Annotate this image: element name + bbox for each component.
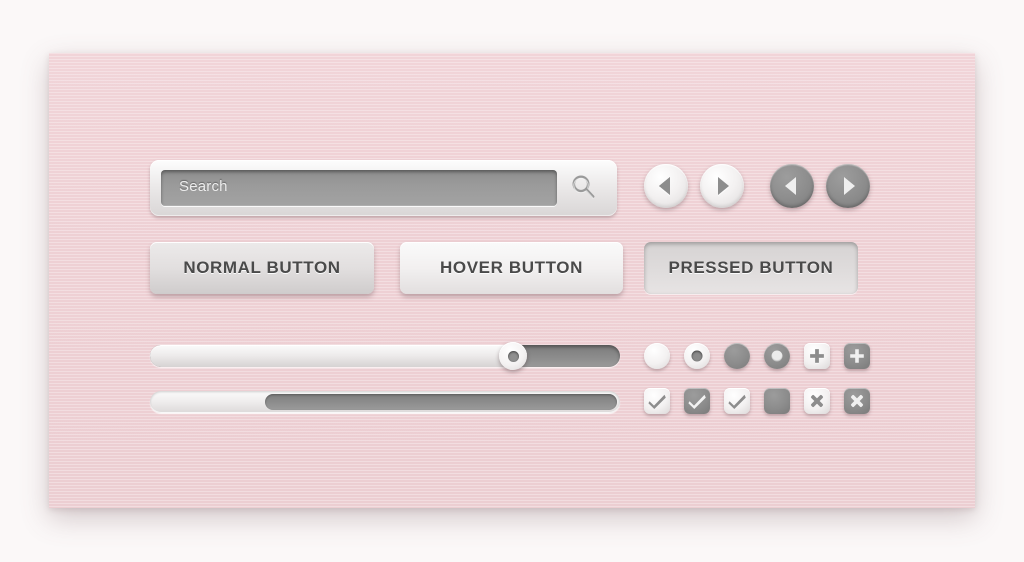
- checkbox-dark-empty[interactable]: [764, 388, 790, 414]
- search-bar[interactable]: Search: [150, 160, 617, 216]
- radio-dark-on[interactable]: [764, 343, 790, 369]
- search-input[interactable]: Search: [161, 170, 557, 206]
- slider-handle[interactable]: [499, 342, 527, 370]
- slider-filled-track: [150, 345, 515, 367]
- close-dark-button[interactable]: [844, 388, 870, 414]
- nav-prev-light-button[interactable]: [644, 164, 688, 208]
- radio-dark-off[interactable]: [724, 343, 750, 369]
- nav-next-light-button[interactable]: [700, 164, 744, 208]
- plus-light-button[interactable]: [804, 343, 830, 369]
- close-light-button[interactable]: [804, 388, 830, 414]
- radio-icon: [771, 350, 783, 362]
- pressed-button-label: PRESSED BUTTON: [668, 258, 834, 277]
- slider[interactable]: [150, 345, 620, 367]
- ui-kit-panel: Search NORMAL BUTTON HOVER BUTTON PRESSE…: [49, 53, 975, 508]
- progress-bar[interactable]: [150, 391, 620, 413]
- nav-prev-dark-button[interactable]: [770, 164, 814, 208]
- search-placeholder: Search: [179, 178, 228, 195]
- radio-icon: [691, 350, 703, 362]
- normal-button[interactable]: NORMAL BUTTON: [150, 242, 374, 294]
- radio-light-on[interactable]: [684, 343, 710, 369]
- search-icon[interactable]: [569, 173, 599, 203]
- checkbox-light-checked-2[interactable]: [724, 388, 750, 414]
- nav-next-dark-button[interactable]: [826, 164, 870, 208]
- progress-bar-fill: [265, 394, 617, 410]
- pressed-button[interactable]: PRESSED BUTTON: [644, 242, 858, 294]
- hover-button-label: HOVER BUTTON: [440, 258, 583, 277]
- radio-light-off[interactable]: [644, 343, 670, 369]
- checkbox-dark-checked[interactable]: [684, 388, 710, 414]
- ui-kit-screenshot: Search NORMAL BUTTON HOVER BUTTON PRESSE…: [0, 0, 1024, 562]
- plus-dark-button[interactable]: [844, 343, 870, 369]
- hover-button[interactable]: HOVER BUTTON: [400, 242, 623, 294]
- checkbox-light-checked[interactable]: [644, 388, 670, 414]
- normal-button-label: NORMAL BUTTON: [183, 258, 341, 277]
